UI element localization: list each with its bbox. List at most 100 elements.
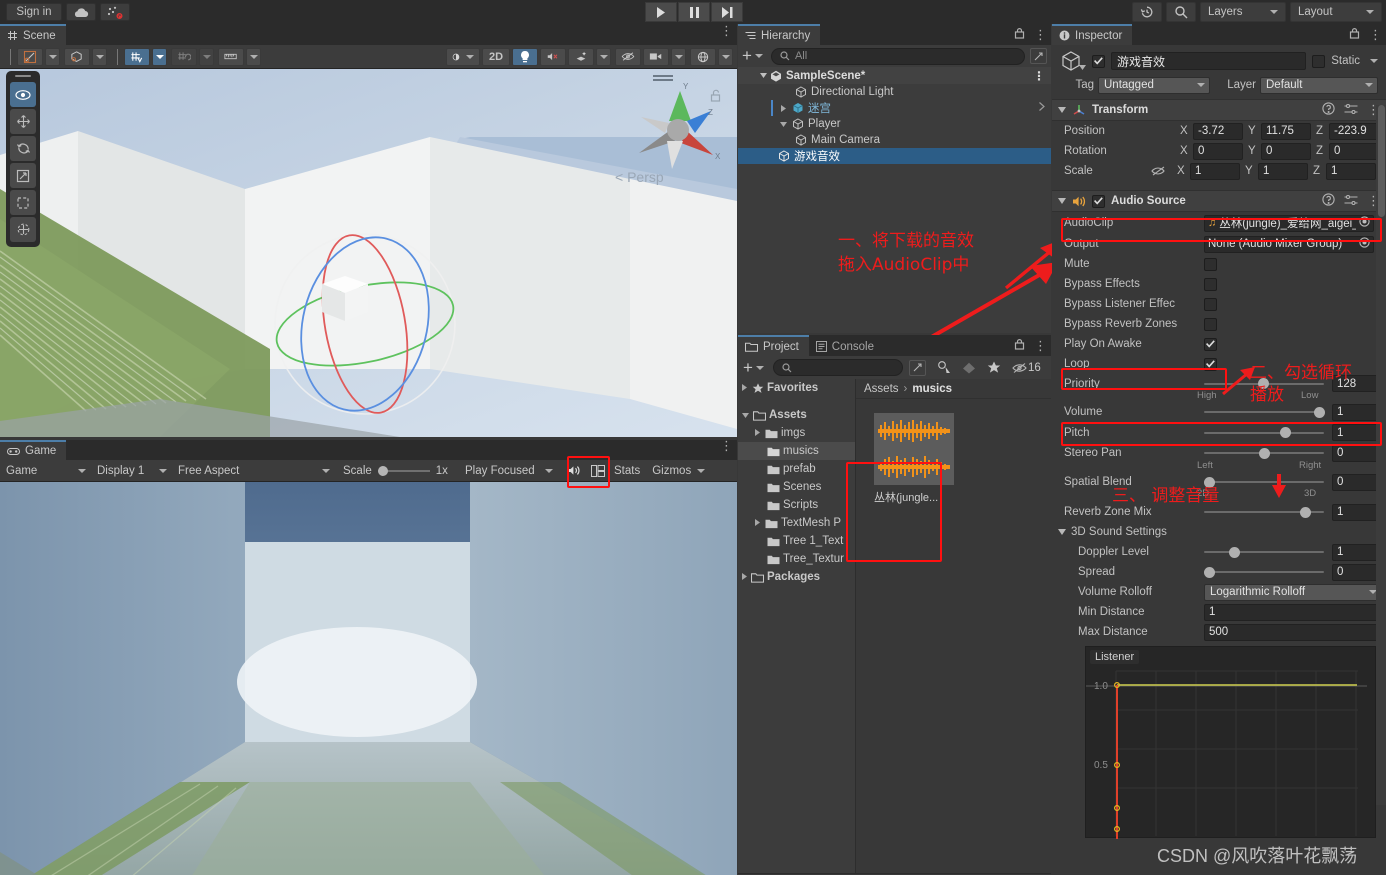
bypass-listener-checkbox[interactable] [1204, 297, 1217, 311]
draw-mode-dropdown[interactable] [45, 47, 60, 66]
scene-row-menu-icon[interactable]: ⋮ [1033, 70, 1051, 82]
chevron-down-icon[interactable] [758, 73, 769, 78]
grid-snap-dropdown[interactable] [199, 47, 214, 66]
volume-rolloff-dropdown[interactable]: Logarithmic Rolloff [1204, 583, 1382, 601]
gizmos-button-game[interactable]: Gizmos [646, 462, 711, 480]
rect-tool-button[interactable] [10, 190, 36, 215]
project-tree-scenes[interactable]: Scenes [738, 478, 855, 496]
3d-sound-settings-header[interactable]: 3D Sound Settings [1052, 522, 1386, 542]
stereo-pan-field[interactable]: 0 [1332, 444, 1382, 462]
project-tree-tree1textures[interactable]: Tree 1_Text [738, 532, 855, 550]
stats-button[interactable]: Stats [608, 462, 646, 480]
scale-y-field[interactable]: 1 [1258, 162, 1308, 180]
tab-hierarchy[interactable]: Hierarchy [738, 24, 821, 45]
2d-toggle-button[interactable]: 2D [482, 47, 510, 66]
tab-scene[interactable]: Scene [0, 24, 66, 45]
lock-icon[interactable] [710, 89, 721, 105]
overlay-drag-handle[interactable] [15, 75, 31, 77]
scale-x-field[interactable]: 1 [1190, 162, 1240, 180]
chevron-down-icon[interactable] [1058, 526, 1066, 538]
static-checkbox[interactable] [1312, 54, 1326, 68]
spread-field[interactable]: 0 [1332, 563, 1382, 581]
preset-icon[interactable] [1344, 103, 1358, 118]
rotation-x-field[interactable]: 0 [1193, 142, 1243, 160]
audiosource-component-header[interactable]: Audio Source ⋮ [1052, 190, 1386, 212]
ruler-dropdown[interactable] [246, 47, 261, 66]
tab-inspector[interactable]: Inspector [1052, 24, 1133, 45]
move-tool-button[interactable] [10, 109, 36, 134]
mute-checkbox[interactable] [1204, 257, 1217, 271]
project-tree-favorites[interactable]: Favorites [738, 379, 855, 397]
chevron-down-icon[interactable] [1058, 104, 1066, 116]
gameobject-enabled-checkbox[interactable] [1092, 54, 1105, 68]
chevron-down-icon[interactable] [742, 409, 749, 421]
constrained-proportions-off-icon[interactable] [1151, 165, 1177, 177]
hierarchy-menu-icon[interactable]: ⋮ [1034, 28, 1047, 41]
min-distance-field[interactable]: 1 [1204, 603, 1382, 621]
hierarchy-expand-icon[interactable] [1030, 48, 1047, 64]
game-panel-menu[interactable]: ⋮ [720, 439, 733, 452]
chevron-down-icon[interactable] [778, 121, 789, 127]
play-button[interactable] [645, 2, 677, 22]
tab-game[interactable]: Game [0, 440, 67, 460]
transform-component-header[interactable]: Transform ⋮ [1052, 99, 1386, 121]
hierarchy-row-player[interactable]: Player [738, 116, 1051, 132]
stereo-pan-slider[interactable] [1204, 445, 1324, 462]
project-tree-imgs[interactable]: imgs [738, 424, 855, 442]
project-tree-prefab[interactable]: prefab [738, 460, 855, 478]
scene-viewport[interactable]: Y Z X < Persp [0, 69, 737, 437]
project-tree-treetextures[interactable]: Tree_Textur [738, 550, 855, 568]
inspector-menu-icon[interactable]: ⋮ [1369, 28, 1382, 41]
chevron-right-icon[interactable] [755, 427, 760, 439]
camera-mode-button[interactable] [64, 47, 90, 66]
object-picker-icon[interactable] [1359, 216, 1370, 230]
draw-mode-button[interactable] [17, 47, 43, 66]
search-icon[interactable] [1166, 2, 1196, 22]
project-tree-packages[interactable]: Packages [738, 568, 855, 586]
grid-dropdown[interactable] [152, 47, 167, 66]
grid-visibility-button[interactable] [124, 47, 150, 66]
position-x-field[interactable]: -3.72 [1193, 122, 1243, 140]
preset-icon[interactable] [1344, 194, 1358, 209]
hierarchy-add-button[interactable]: + [742, 47, 763, 64]
mute-audio-button[interactable] [560, 462, 588, 480]
step-button[interactable] [711, 2, 743, 22]
scene-tools-overlay[interactable] [6, 71, 40, 247]
project-add-button[interactable]: + [743, 359, 764, 376]
hierarchy-row-main-camera[interactable]: Main Camera [738, 132, 1051, 148]
camera-mode-dropdown[interactable] [92, 47, 107, 66]
project-favorite-star-icon[interactable] [983, 361, 1005, 374]
position-z-field[interactable]: -223.9 [1329, 122, 1379, 140]
persp-label[interactable]: < Persp [615, 169, 664, 185]
scene-panel-menu[interactable]: ⋮ [720, 24, 733, 37]
game-scale-slider[interactable]: Scale 1x [337, 462, 461, 480]
play-on-awake-checkbox[interactable] [1204, 337, 1217, 351]
help-icon[interactable] [1322, 193, 1335, 209]
rolloff-curve-graph[interactable]: Listener 1.0 0.5 [1085, 646, 1376, 839]
chevron-right-icon[interactable] [742, 571, 747, 583]
view-tool-button[interactable] [10, 82, 36, 107]
hierarchy-row-game-audio[interactable]: 游戏音效 [738, 148, 1051, 164]
lock-icon[interactable] [1014, 27, 1025, 42]
project-content-pane[interactable]: Assets › musics 丛林(jungle... [856, 379, 1051, 873]
game-display-target-dropdown[interactable]: Game [2, 461, 90, 480]
scene-camera-button[interactable] [643, 47, 669, 66]
tab-console[interactable]: Console [808, 335, 884, 356]
project-search-input[interactable] [772, 359, 903, 376]
game-aspect-dropdown[interactable]: Free Aspect [174, 461, 334, 480]
pause-button[interactable] [678, 2, 710, 22]
output-field[interactable]: None (Audio Mixer Group) [1204, 235, 1374, 253]
breadcrumb-assets[interactable]: Assets [864, 383, 899, 395]
grid-snap-button[interactable] [171, 47, 197, 66]
tab-project[interactable]: Project [738, 335, 809, 356]
project-filter-type-icon[interactable] [933, 361, 955, 374]
doppler-field[interactable]: 1 [1332, 543, 1382, 561]
prefab-open-chevron-icon[interactable] [1039, 102, 1051, 114]
audioclip-field[interactable]: ♫ 丛林(jungle)_爱给网_aigei_ [1204, 214, 1374, 232]
chevron-down-icon[interactable] [1058, 195, 1066, 207]
chevron-right-icon[interactable] [742, 382, 747, 394]
play-focused-dropdown[interactable]: Play Focused [461, 461, 557, 480]
project-filter-label-icon[interactable] [958, 362, 980, 374]
layout-dropdown[interactable]: Layout [1290, 2, 1382, 22]
help-icon[interactable] [1322, 102, 1335, 118]
